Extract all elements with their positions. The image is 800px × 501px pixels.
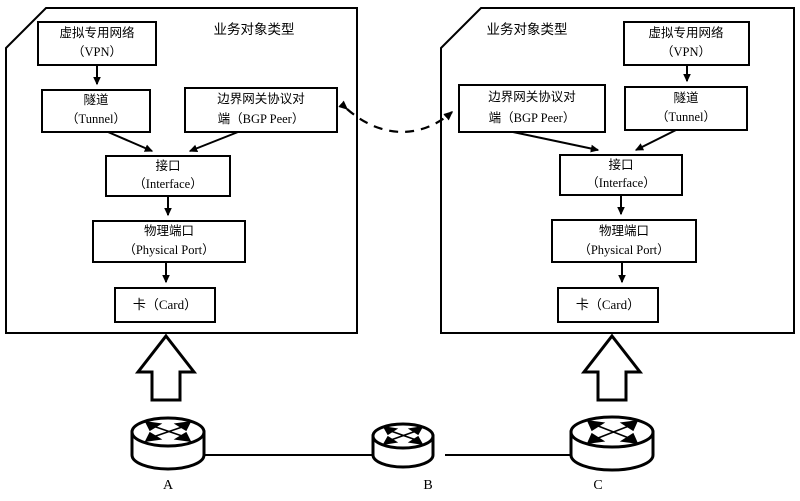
node-left-interface-label-en: （Interface） xyxy=(133,177,202,191)
node-left-tunnel-label-cn: 隧道 xyxy=(83,92,109,107)
node-right-physical-port-label-cn: 物理端口 xyxy=(599,224,649,238)
node-left-interface-label-cn: 接口 xyxy=(155,158,180,173)
node-left-tunnel[interactable]: 隧道 （Tunnel） xyxy=(41,89,151,133)
router-c-label: C xyxy=(593,478,602,493)
node-right-vpn-label-cn: 虚拟专用网络 xyxy=(648,25,724,40)
node-left-bgp-peer-label-en: 端（BGP Peer） xyxy=(218,112,305,126)
node-right-interface-label-cn: 接口 xyxy=(608,157,633,172)
panel-left: 业务对象类型 虚拟专用网络 （VPN） 隧道 （Tunnel） 边界网关协议对 … xyxy=(5,7,358,334)
node-right-vpn[interactable]: 虚拟专用网络 （VPN） xyxy=(623,21,750,66)
node-right-interface-label-en: （Interface） xyxy=(586,176,655,190)
node-left-bgp-peer[interactable]: 边界网关协议对 端（BGP Peer） xyxy=(184,87,338,133)
router-a-label: A xyxy=(163,478,174,493)
node-left-tunnel-label-en: （Tunnel） xyxy=(66,112,126,126)
node-right-tunnel-label-cn: 隧道 xyxy=(673,90,699,105)
node-right-bgp-peer-label-cn: 边界网关协议对 xyxy=(488,89,576,104)
diagram-svg: 业务对象类型 虚拟专用网络 （VPN） 隧道 （Tunnel） 边界网关协议对 … xyxy=(5,7,795,493)
node-right-vpn-label-en: （VPN） xyxy=(661,45,711,59)
router-b-label: B xyxy=(423,478,432,493)
node-right-card[interactable]: 卡（Card） xyxy=(557,287,659,323)
node-left-bgp-peer-label-cn: 边界网关协议对 xyxy=(217,91,305,106)
node-left-card[interactable]: 卡（Card） xyxy=(114,287,216,323)
bgp-peering-dashed-link xyxy=(338,100,454,133)
node-left-vpn[interactable]: 虚拟专用网络 （VPN） xyxy=(37,21,157,66)
node-left-vpn-label-en: （VPN） xyxy=(72,45,122,59)
node-left-vpn-label-cn: 虚拟专用网络 xyxy=(59,25,135,40)
router-b[interactable]: B xyxy=(371,422,435,493)
diagram-canvas: 业务对象类型 虚拟专用网络 （VPN） 隧道 （Tunnel） 边界网关协议对 … xyxy=(0,0,800,501)
node-right-bgp-peer-label-en: 端（BGP Peer） xyxy=(489,111,576,125)
node-left-card-label: 卡（Card） xyxy=(133,297,197,312)
node-right-physical-port[interactable]: 物理端口 （Physical Port） xyxy=(551,219,697,263)
node-right-interface[interactable]: 接口 （Interface） xyxy=(559,154,683,196)
node-left-physical-port[interactable]: 物理端口 （Physical Port） xyxy=(92,220,246,263)
panel-right: 业务对象类型 虚拟专用网络 （VPN） 隧道 （Tunnel） 边界网关协议对 … xyxy=(440,7,795,334)
node-right-tunnel[interactable]: 隧道 （Tunnel） xyxy=(624,86,748,131)
node-left-physical-port-label-en: （Physical Port） xyxy=(123,243,214,257)
router-c[interactable]: C xyxy=(569,415,655,493)
node-right-card-label: 卡（Card） xyxy=(576,297,640,312)
block-arrow-left-panel-to-router-a xyxy=(134,333,198,402)
router-a[interactable]: A xyxy=(130,416,206,493)
panel-left-title: 业务对象类型 xyxy=(214,22,295,37)
node-left-interface[interactable]: 接口 （Interface） xyxy=(105,155,231,197)
node-right-bgp-peer[interactable]: 边界网关协议对 端（BGP Peer） xyxy=(458,84,606,133)
node-left-physical-port-label-cn: 物理端口 xyxy=(144,224,194,238)
panel-right-title: 业务对象类型 xyxy=(487,22,568,37)
node-right-physical-port-label-en: （Physical Port） xyxy=(578,243,669,257)
node-right-tunnel-label-en: （Tunnel） xyxy=(656,110,716,124)
block-arrow-right-panel-to-router-c xyxy=(580,333,644,402)
